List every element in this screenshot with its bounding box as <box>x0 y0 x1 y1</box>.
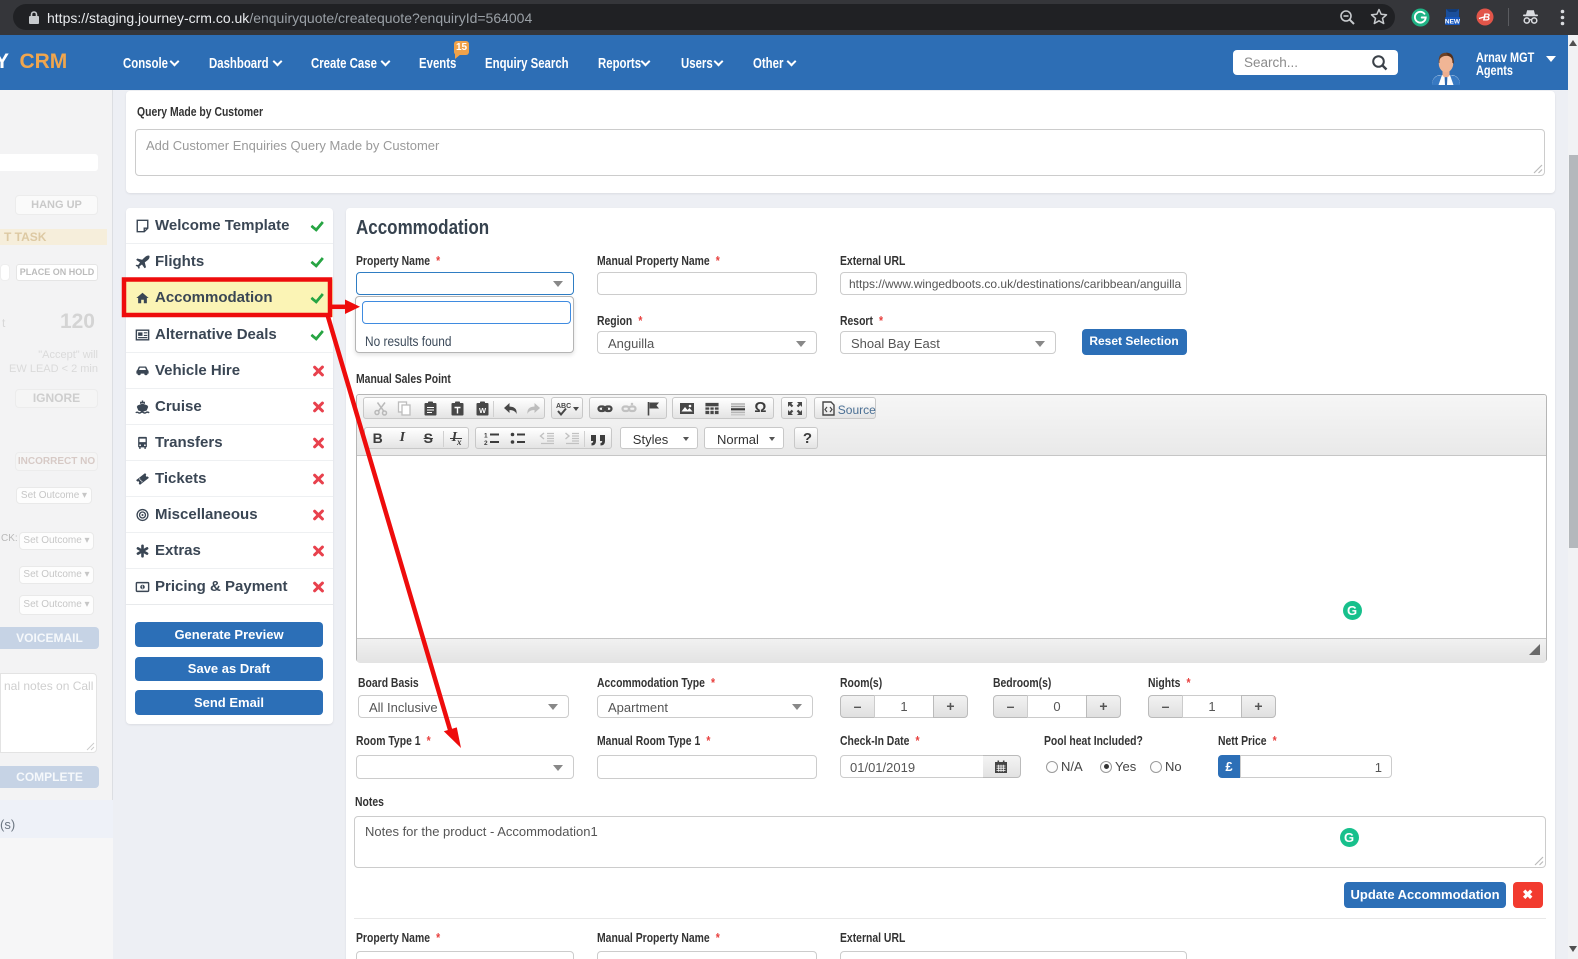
svg-text:W: W <box>479 406 487 415</box>
svg-text:NEW: NEW <box>1445 19 1461 26</box>
svg-text:1: 1 <box>484 432 488 439</box>
svg-text:ABC: ABC <box>556 403 571 410</box>
svg-text:2: 2 <box>484 440 488 446</box>
svg-text:B: B <box>1483 13 1490 24</box>
